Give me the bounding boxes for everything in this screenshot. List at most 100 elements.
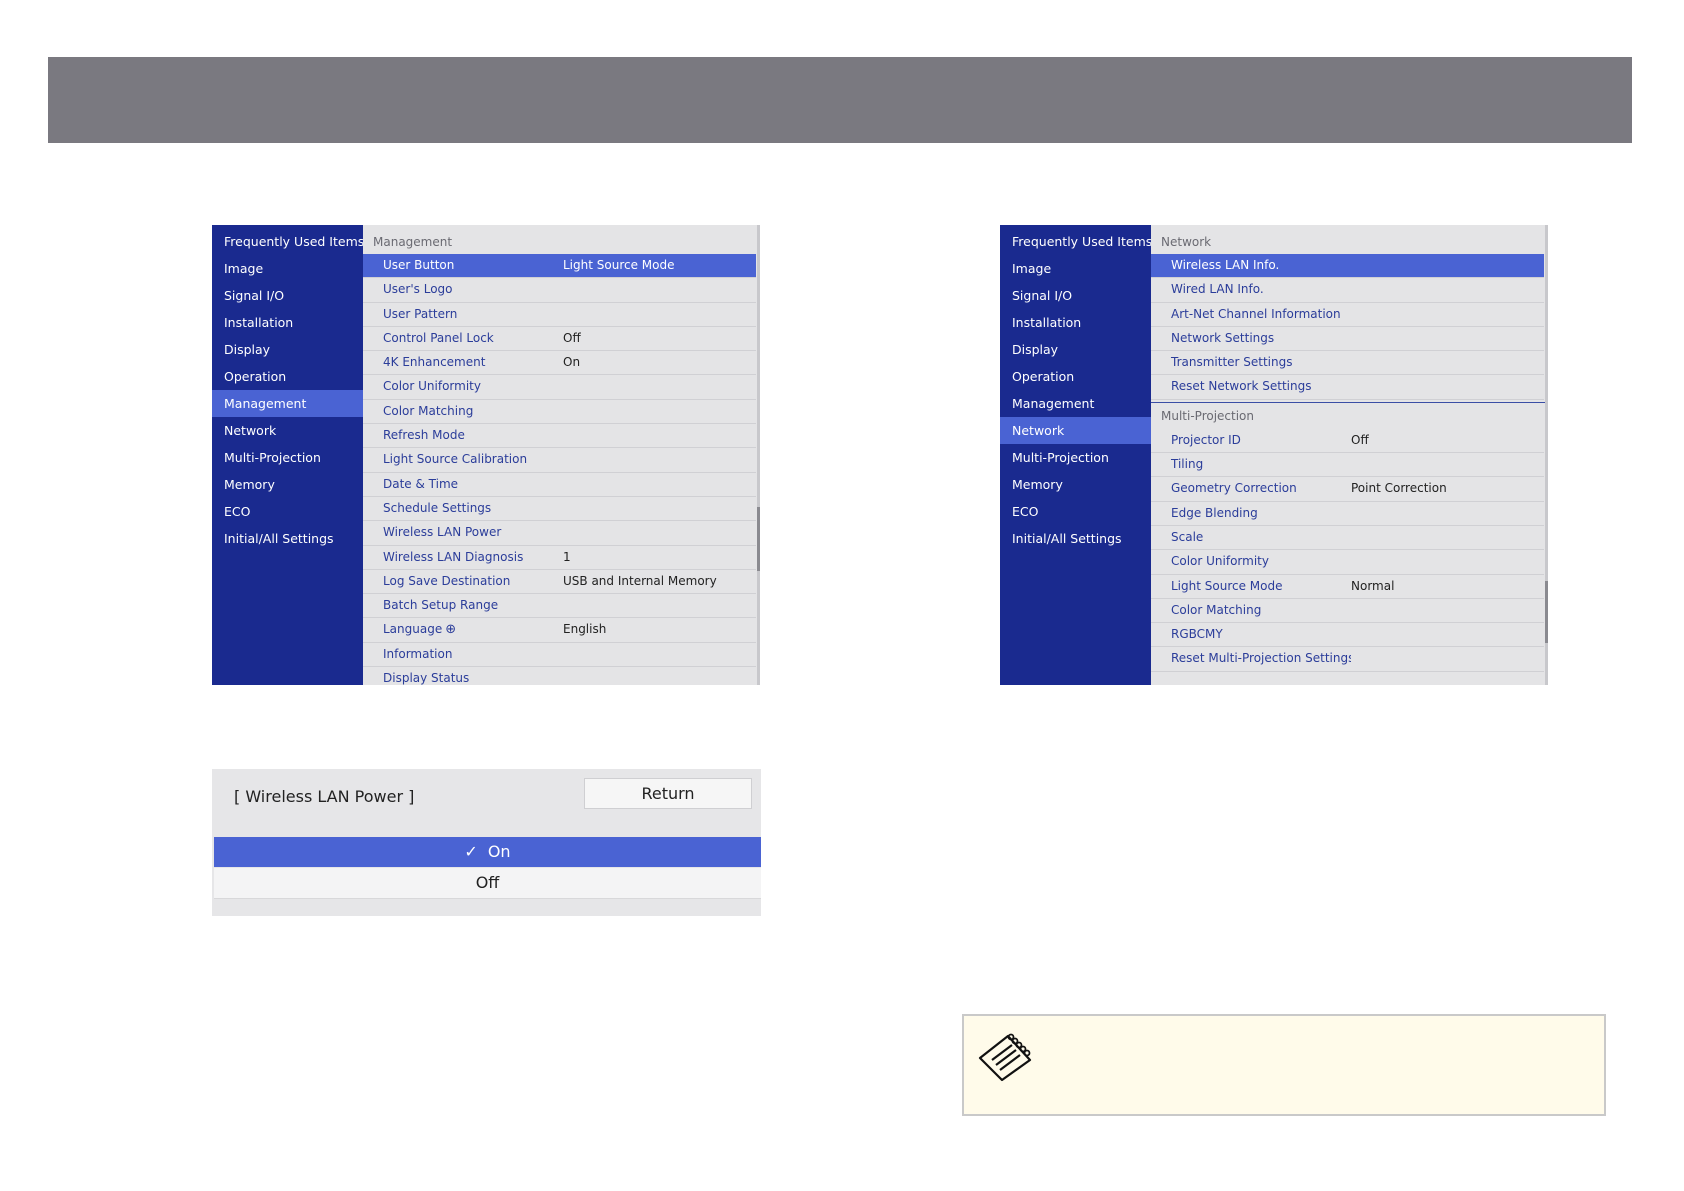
row-label: Color Uniformity: [1171, 554, 1269, 569]
row-value: USB and Internal Memory: [563, 573, 717, 588]
sidebar-item-initial-all-settings[interactable]: Initial/All Settings: [212, 525, 363, 552]
sidebar-item-frequently-used-items[interactable]: Frequently Used Items: [212, 228, 363, 255]
row-value: [563, 497, 756, 520]
menu-row-schedule-settings[interactable]: Schedule Settings: [363, 497, 756, 522]
note-icon: [976, 1030, 1034, 1086]
row-label: Color Matching: [383, 403, 474, 418]
row-value: [563, 594, 756, 617]
menu-row-language[interactable]: Language ⊕ English: [363, 618, 756, 643]
menu-row-light-source-calibration[interactable]: Light Source Calibration: [363, 448, 756, 473]
menu-row-projector-id[interactable]: Projector ID Off: [1151, 429, 1544, 454]
menu-row-user-button[interactable]: User Button Light Source Mode: [363, 254, 756, 279]
sidebar-item-memory[interactable]: Memory: [212, 471, 363, 498]
menu-row-information[interactable]: Information: [363, 643, 756, 668]
management-menu: Frequently Used Items Image Signal I/O Inst…: [212, 225, 760, 685]
row-value: [563, 521, 756, 544]
row-value: On: [563, 355, 581, 370]
sidebar-item-operation[interactable]: Operation: [1000, 363, 1151, 390]
row-value: [563, 667, 756, 685]
menu-row-user-pattern[interactable]: User Pattern: [363, 303, 756, 327]
row-value: [1351, 254, 1544, 277]
menu-row-tiling[interactable]: Tiling: [1151, 453, 1544, 478]
menu-row-color-matching[interactable]: Color Matching: [1151, 599, 1544, 624]
row-value: [1351, 278, 1544, 301]
sidebar-item-display[interactable]: Display: [1000, 336, 1151, 363]
sidebar-item-signal-i-o[interactable]: Signal I/O: [1000, 282, 1151, 309]
menu-row-edge-blending[interactable]: Edge Blending: [1151, 502, 1544, 526]
row-value: [1351, 526, 1544, 549]
row-label: User Button: [383, 258, 455, 272]
menu-row-log-save-destination[interactable]: Log Save Destination USB and Internal Mem…: [363, 570, 756, 595]
row-value: [563, 375, 756, 398]
row-label: Log Save Destination: [383, 573, 511, 588]
menu-row-transmitter-settings[interactable]: Transmitter Settings: [1151, 351, 1544, 376]
menu-row-light-source-mode[interactable]: Light Source Mode Normal: [1151, 575, 1544, 599]
menu-row-geometry-correction[interactable]: Geometry Correction Point Correction: [1151, 477, 1544, 502]
return-button[interactable]: Return: [584, 778, 752, 809]
dialog-title: [ Wireless LAN Power ]: [234, 787, 415, 806]
scrollbar-thumb[interactable]: [757, 507, 760, 571]
menu-row-color-uniformity[interactable]: Color Uniformity: [363, 375, 756, 400]
menu-row-scale[interactable]: Scale: [1151, 526, 1544, 551]
menu-row-display-status[interactable]: Display Status: [363, 667, 756, 685]
sidebar-item-eco[interactable]: ECO: [212, 498, 363, 525]
sidebar-item-installation[interactable]: Installation: [212, 309, 363, 336]
menu-row-art-net-channel-information[interactable]: Art-Net Channel Information: [1151, 303, 1544, 327]
row-value: Off: [563, 330, 581, 345]
row-value: Point Correction: [1351, 481, 1447, 496]
row-value: [1351, 303, 1544, 326]
note-box: [962, 1014, 1606, 1116]
row-label-text: Language: [383, 622, 443, 637]
menu-row-network-settings[interactable]: Network Settings: [1151, 327, 1544, 352]
sidebar-item-memory[interactable]: Memory: [1000, 471, 1151, 498]
scrollbar-thumb[interactable]: [1545, 581, 1548, 643]
menu-row-4k-enhancement[interactable]: 4K Enhancement On: [363, 351, 756, 376]
sidebar-item-network[interactable]: Network: [1000, 417, 1151, 444]
menu-row-reset-network-settings[interactable]: Reset Network Settings: [1151, 375, 1544, 400]
row-value: [563, 400, 756, 423]
sidebar-item-multi-projection[interactable]: Multi-Projection: [212, 444, 363, 471]
menu-row-control-panel-lock[interactable]: Control Panel Lock Off: [363, 327, 756, 352]
option-off[interactable]: Off: [214, 868, 761, 899]
option-on[interactable]: ✓ On: [214, 837, 761, 867]
menu-row-wireless-lan-info[interactable]: Wireless LAN Info.: [1151, 254, 1544, 279]
sidebar-item-network[interactable]: Network: [212, 417, 363, 444]
row-label: Batch Setup Range: [383, 598, 499, 613]
row-value: [563, 448, 756, 471]
row-value: English: [563, 622, 607, 637]
wireless-lan-power-dialog: [ Wireless LAN Power ] Return ✓ On Off: [212, 769, 761, 916]
menu-row-color-uniformity[interactable]: Color Uniformity: [1151, 550, 1544, 575]
menu-row-reset-multi-projection-settings[interactable]: Reset Multi-Projection Settings: [1151, 647, 1544, 672]
menu-row-wireless-lan-power[interactable]: Wireless LAN Power: [363, 521, 756, 546]
row-value: [1351, 453, 1544, 476]
menu-row-wired-lan-info[interactable]: Wired LAN Info.: [1151, 278, 1544, 303]
sidebar-item-multi-projection[interactable]: Multi-Projection: [1000, 444, 1151, 471]
sidebar-item-display[interactable]: Display: [212, 336, 363, 363]
row-label: Reset Network Settings: [1171, 379, 1312, 394]
section-title: Management: [373, 235, 453, 249]
scrollbar[interactable]: [757, 225, 760, 685]
sidebar-item-operation[interactable]: Operation: [212, 363, 363, 390]
sidebar-item-signal-i-o[interactable]: Signal I/O: [212, 282, 363, 309]
sidebar-item-installation[interactable]: Installation: [1000, 309, 1151, 336]
menu-row-batch-setup-range[interactable]: Batch Setup Range: [363, 594, 756, 619]
row-label: Color Matching: [1171, 602, 1262, 617]
menu-row-date-time[interactable]: Date & Time: [363, 473, 756, 497]
row-label: Wireless LAN Power: [383, 525, 502, 540]
sidebar-item-image[interactable]: Image: [212, 255, 363, 282]
menu-row-refresh-mode[interactable]: Refresh Mode: [363, 424, 756, 449]
network-menu: Frequently Used Items Image Signal I/O Inst…: [1000, 225, 1548, 685]
sidebar-item-management[interactable]: Management: [1000, 390, 1151, 417]
sidebar-item-management[interactable]: Management: [212, 390, 363, 417]
menu-row-rgbcmy[interactable]: RGBCMY: [1151, 623, 1544, 648]
sidebar-item-image[interactable]: Image: [1000, 255, 1151, 282]
menu-row-user-s-logo[interactable]: User's Logo: [363, 278, 756, 303]
row-value: Light Source Mode: [563, 258, 675, 272]
sidebar-item-frequently-used-items[interactable]: Frequently Used Items: [1000, 228, 1151, 255]
menu-row-wireless-lan-diagnosis[interactable]: Wireless LAN Diagnosis 1: [363, 546, 756, 570]
sidebar-item-eco[interactable]: ECO: [1000, 498, 1151, 525]
scrollbar[interactable]: [1545, 225, 1548, 685]
menu-row-color-matching[interactable]: Color Matching: [363, 400, 756, 425]
sidebar-item-initial-all-settings[interactable]: Initial/All Settings: [1000, 525, 1151, 552]
row-label: Wireless LAN Info.: [1171, 258, 1280, 272]
